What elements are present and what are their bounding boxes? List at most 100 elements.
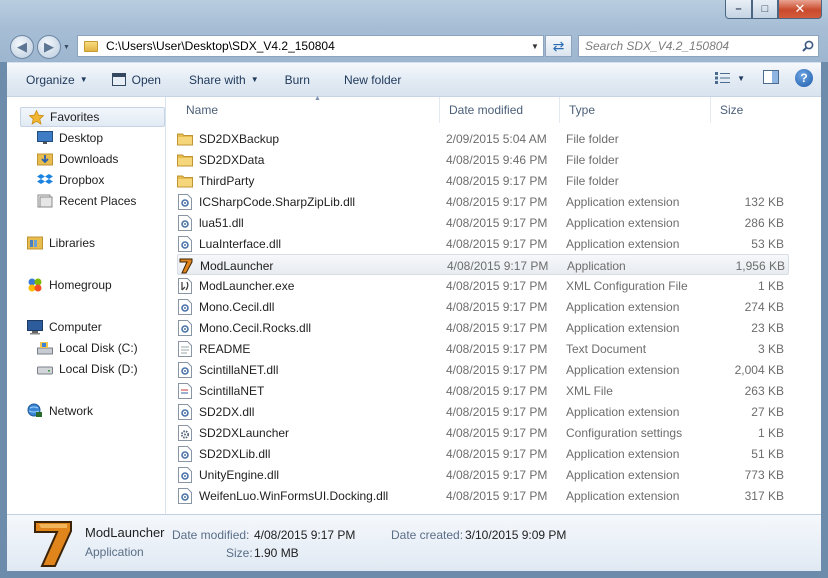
dropbox-icon bbox=[37, 172, 53, 188]
file-name[interactable]: lua51.dll bbox=[177, 212, 244, 233]
column-header-size[interactable]: Size bbox=[711, 97, 791, 123]
search-box[interactable] bbox=[578, 35, 819, 57]
close-button[interactable]: ✕ bbox=[778, 0, 822, 19]
refresh-icon: ⇄ bbox=[552, 37, 565, 54]
column-header-name[interactable]: ▲ Name bbox=[177, 95, 440, 123]
nav-libraries[interactable]: Libraries bbox=[27, 233, 95, 253]
file-row[interactable]: LuaInterface.dll 4/08/2015 9:17 PM Applica… bbox=[177, 233, 789, 254]
address-bar[interactable]: C:\Users\User\Desktop\SDX_V4.2_150804 ▼ bbox=[77, 35, 544, 57]
nav-computer[interactable]: Computer bbox=[27, 317, 102, 337]
file-row[interactable]: ICSharpCode.SharpZipLib.dll 4/08/2015 9:1… bbox=[177, 191, 789, 212]
file-row[interactable]: WeifenLuo.WinFormsUI.Docking.dll 4/08/201… bbox=[177, 485, 789, 506]
file-row[interactable]: SD2DXLauncher 4/08/2015 9:17 PM Configurat… bbox=[177, 422, 789, 443]
search-icon[interactable] bbox=[798, 40, 818, 52]
file-row[interactable]: ScintillaNET.dll 4/08/2015 9:17 PM Applica… bbox=[177, 359, 789, 380]
file-name[interactable]: SD2DXBackup bbox=[177, 128, 279, 149]
file-row[interactable]: ThirdParty 4/08/2015 9:17 PM File folder bbox=[177, 170, 789, 191]
file-name-text: ModLauncher bbox=[200, 258, 274, 273]
file-name-text: lua51.dll bbox=[199, 215, 244, 230]
file-row[interactable]: Mono.Cecil.Rocks.dll 4/08/2015 9:17 PM App… bbox=[177, 317, 789, 338]
file-name[interactable]: SD2DXData bbox=[177, 149, 264, 170]
file-name[interactable]: ThirdParty bbox=[177, 170, 254, 191]
file-type: Application extension bbox=[566, 215, 680, 230]
drive-icon bbox=[37, 361, 53, 377]
maximize-button[interactable]: □ bbox=[752, 0, 778, 19]
file-name[interactable]: UnityEngine.dll bbox=[177, 464, 279, 485]
column-type-label: Type bbox=[569, 103, 596, 117]
nav-favorites-label: Favorites bbox=[50, 110, 100, 124]
file-row[interactable]: README 4/08/2015 9:17 PM Text Document 3 KB bbox=[177, 338, 789, 359]
file-name[interactable]: LuaInterface.dll bbox=[177, 233, 281, 254]
forward-button[interactable]: ▶ bbox=[37, 35, 61, 59]
file-name[interactable]: ModLauncher bbox=[178, 255, 273, 276]
view-controls: ▼ ? bbox=[715, 69, 813, 87]
config-settings-icon bbox=[177, 424, 193, 441]
nav-favorites[interactable]: Favorites bbox=[20, 107, 165, 127]
open-app-icon bbox=[111, 73, 126, 86]
minimize-button[interactable]: – bbox=[725, 0, 752, 19]
file-name[interactable]: WeifenLuo.WinFormsUI.Docking.dll bbox=[177, 485, 388, 506]
help-icon[interactable]: ? bbox=[795, 69, 813, 87]
share-with-button[interactable]: Share with ▼ bbox=[181, 68, 267, 92]
file-name[interactable]: Mono.Cecil.dll bbox=[177, 296, 274, 317]
nav-homegroup-label: Homegroup bbox=[49, 278, 112, 292]
file-name[interactable]: ScintillaNET.dll bbox=[177, 359, 278, 380]
file-name[interactable]: Mono.Cecil.Rocks.dll bbox=[177, 317, 311, 338]
file-row[interactable]: SD2DXData 4/08/2015 9:46 PM File folder bbox=[177, 149, 789, 170]
address-path[interactable]: C:\Users\User\Desktop\SDX_V4.2_150804 bbox=[106, 39, 527, 53]
nav-dropbox[interactable]: Dropbox bbox=[37, 170, 104, 190]
new-folder-button[interactable]: New folder bbox=[336, 68, 409, 92]
file-name[interactable]: ICSharpCode.SharpZipLib.dll bbox=[177, 191, 355, 212]
open-button[interactable]: Open bbox=[104, 68, 169, 92]
file-row[interactable]: ModLauncher.exe 4/08/2015 9:17 PM XML Conf… bbox=[177, 275, 789, 296]
file-name[interactable]: SD2DXLauncher bbox=[177, 422, 289, 443]
file-type: File folder bbox=[566, 131, 619, 146]
file-date-modified: 4/08/2015 9:46 PM bbox=[446, 152, 548, 167]
file-row[interactable]: ModLauncher 4/08/2015 9:17 PM Application 1… bbox=[177, 254, 789, 275]
file-type: Application extension bbox=[566, 467, 680, 482]
file-size: 317 KB bbox=[744, 488, 784, 503]
column-header-date-modified[interactable]: Date modified bbox=[440, 97, 560, 123]
file-row[interactable]: lua51.dll 4/08/2015 9:17 PM Application ex… bbox=[177, 212, 789, 233]
file-name[interactable]: README bbox=[177, 338, 250, 359]
nav-homegroup[interactable]: Homegroup bbox=[27, 275, 112, 295]
refresh-button[interactable]: ⇄ bbox=[545, 35, 572, 57]
file-date-modified: 4/08/2015 9:17 PM bbox=[446, 425, 548, 440]
nav-dropbox-label: Dropbox bbox=[59, 173, 105, 187]
file-size: 286 KB bbox=[744, 215, 784, 230]
column-header-type[interactable]: Type bbox=[560, 97, 711, 123]
file-name-text: SD2DX.dll bbox=[199, 404, 255, 419]
nav-desktop[interactable]: Desktop bbox=[37, 128, 103, 148]
file-row[interactable]: SD2DX.dll 4/08/2015 9:17 PM Application ex… bbox=[177, 401, 789, 422]
file-name[interactable]: ScintillaNET bbox=[177, 380, 264, 401]
file-row[interactable]: UnityEngine.dll 4/08/2015 9:17 PM Applicat… bbox=[177, 464, 789, 485]
arrow-right-icon: ▶ bbox=[44, 39, 54, 54]
burn-button[interactable]: Burn bbox=[277, 68, 318, 92]
file-name[interactable]: ModLauncher.exe bbox=[177, 275, 294, 296]
file-row[interactable]: ScintillaNET 4/08/2015 9:17 PM XML File 263… bbox=[177, 380, 789, 401]
file-name[interactable]: SD2DXLib.dll bbox=[177, 443, 270, 464]
recent-pages-dropdown[interactable]: ▼ bbox=[63, 44, 70, 51]
nav-recent-places[interactable]: Recent Places bbox=[37, 191, 136, 211]
file-row[interactable]: SD2DXBackup 2/09/2015 5:04 AM File folder bbox=[177, 128, 789, 149]
nav-network[interactable]: Network bbox=[27, 401, 93, 421]
file-row[interactable]: Mono.Cecil.dll 4/08/2015 9:17 PM Applicati… bbox=[177, 296, 789, 317]
dll-icon bbox=[177, 487, 193, 504]
organize-button[interactable]: Organize ▼ bbox=[18, 68, 96, 92]
preview-pane-button[interactable] bbox=[763, 69, 779, 87]
system-drive-icon bbox=[37, 340, 53, 356]
file-row[interactable]: SD2DXLib.dll 4/08/2015 9:17 PM Application… bbox=[177, 443, 789, 464]
nav-local-disk-d[interactable]: Local Disk (D:) bbox=[37, 359, 138, 379]
search-input[interactable] bbox=[585, 39, 798, 53]
file-date-modified: 4/08/2015 9:17 PM bbox=[446, 299, 548, 314]
nav-downloads-label: Downloads bbox=[59, 152, 119, 166]
nav-downloads[interactable]: Downloads bbox=[37, 149, 118, 169]
file-date-modified: 4/08/2015 9:17 PM bbox=[446, 383, 548, 398]
back-button[interactable]: ◀ bbox=[10, 35, 34, 59]
dll-icon bbox=[177, 298, 193, 315]
chevron-down-icon[interactable]: ▼ bbox=[527, 42, 543, 51]
file-type: Application extension bbox=[566, 236, 680, 251]
nav-local-disk-c[interactable]: Local Disk (C:) bbox=[37, 338, 138, 358]
file-name[interactable]: SD2DX.dll bbox=[177, 401, 254, 422]
change-view-button[interactable]: ▼ bbox=[715, 72, 745, 84]
